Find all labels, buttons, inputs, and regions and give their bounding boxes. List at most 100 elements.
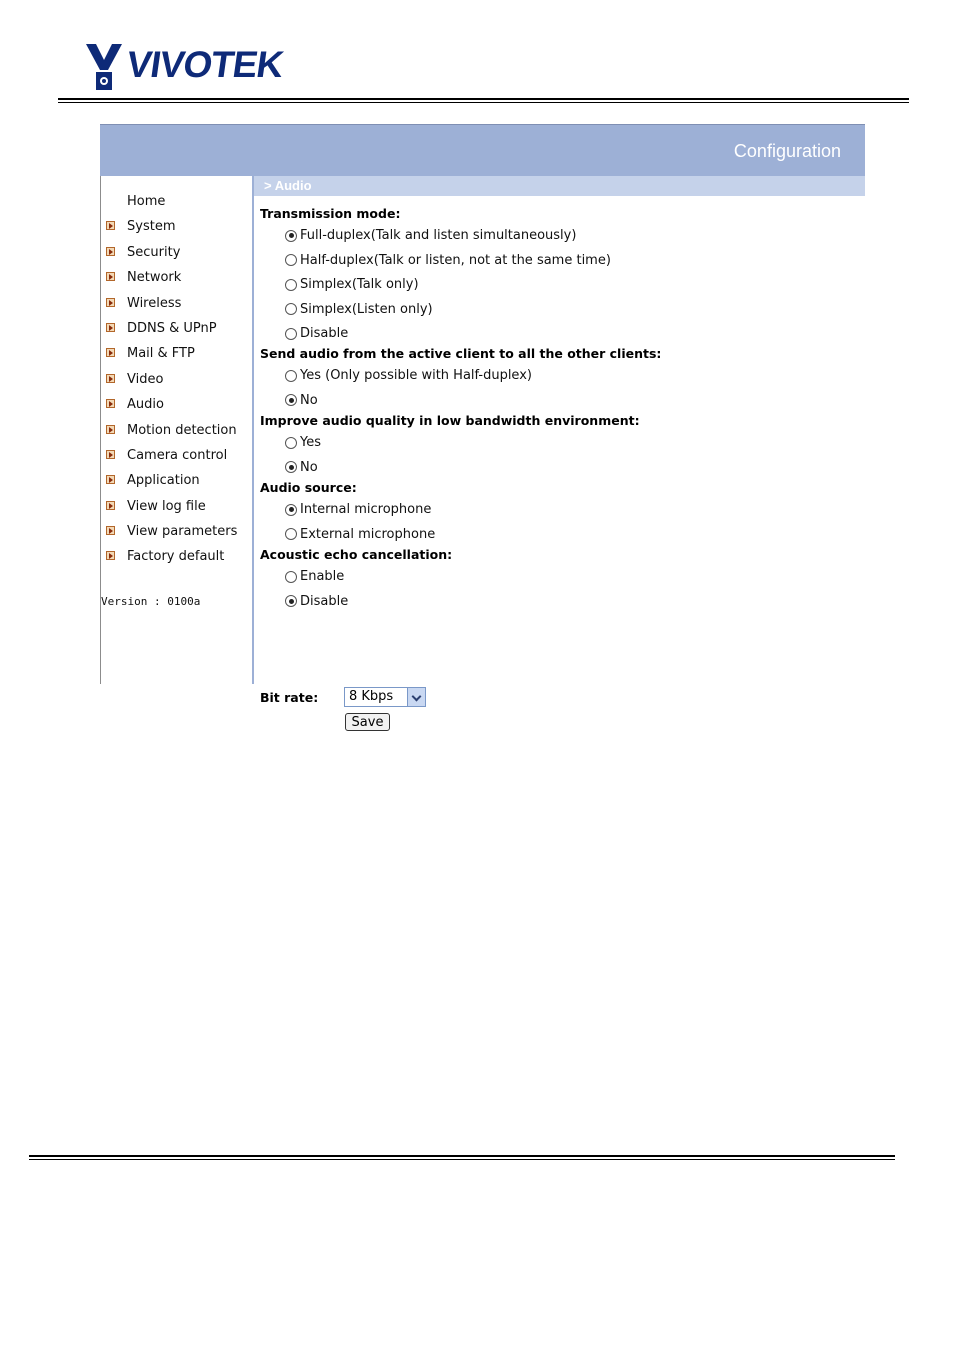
sidebar-item-label: Wireless xyxy=(127,295,182,311)
bottom-divider xyxy=(29,1155,895,1160)
option-label: Internal microphone xyxy=(300,502,432,517)
transmission-mode-title: Transmission mode: xyxy=(260,206,401,221)
radio-button[interactable] xyxy=(285,528,297,540)
arrow-icon xyxy=(106,551,115,561)
arrow-icon xyxy=(106,424,115,434)
sidebar-item-label: Factory default xyxy=(127,549,225,565)
arrow-icon xyxy=(106,246,115,256)
transmission-mode-option[interactable]: Simplex(Listen only) xyxy=(285,302,433,317)
radio-button[interactable] xyxy=(285,503,297,516)
option-label: Simplex(Listen only) xyxy=(300,301,433,317)
sidebar-item-motion-detection[interactable]: Motion detection xyxy=(101,419,253,444)
radio-button[interactable] xyxy=(285,436,297,449)
arrow-icon xyxy=(106,322,115,332)
radio-button[interactable] xyxy=(285,394,297,406)
sidebar-item-ddns-upnp[interactable]: DDNS & UPnP xyxy=(101,317,253,342)
bitrate-label: Bit rate: xyxy=(260,690,319,705)
sidebar-item-view-parameters[interactable]: View parameters xyxy=(101,520,253,545)
send-audio-option[interactable]: Yes (Only possible with Half-duplex) xyxy=(285,368,532,383)
echo-cancellation-option[interactable]: Disable xyxy=(285,594,348,609)
improve-quality-option[interactable]: Yes xyxy=(285,435,321,450)
header-band: Configuration xyxy=(100,124,865,176)
sidebar-item-label: Video xyxy=(127,371,164,387)
sidebar-item-network[interactable]: Network xyxy=(101,266,253,291)
option-label: Yes xyxy=(300,435,321,450)
sidebar-item-system[interactable]: System xyxy=(101,215,253,240)
improve-quality-option[interactable]: No xyxy=(285,460,318,475)
sidebar-item-label: Motion detection xyxy=(127,422,237,438)
sidebar-item-security[interactable]: Security xyxy=(101,241,253,266)
bitrate-select[interactable]: 8 Kbps xyxy=(344,687,426,707)
radio-button[interactable] xyxy=(285,327,297,340)
sidebar-item-label: Mail & FTP xyxy=(127,346,195,362)
option-label: No xyxy=(300,459,318,475)
arrow-icon xyxy=(106,475,115,485)
option-label: Simplex(Talk only) xyxy=(300,277,419,292)
radio-button[interactable] xyxy=(285,278,297,291)
sidebar-item-audio[interactable]: Audio xyxy=(101,393,253,418)
radio-button[interactable] xyxy=(285,461,297,473)
arrow-icon xyxy=(106,373,115,383)
radio-button[interactable] xyxy=(285,595,297,607)
arrow-icon xyxy=(106,526,115,536)
page-title: Configuration xyxy=(733,141,841,161)
radio-button[interactable] xyxy=(285,570,297,583)
sidebar-item-label: View log file xyxy=(127,498,206,514)
radio-button[interactable] xyxy=(285,229,297,242)
audio-source-option[interactable]: Internal microphone xyxy=(285,502,431,517)
chevron-down-icon[interactable] xyxy=(407,688,425,706)
arrow-icon xyxy=(106,221,115,231)
vivotek-logo: VIVOTEK xyxy=(84,40,294,92)
sidebar-item-label: System xyxy=(127,219,176,235)
option-label: Enable xyxy=(300,569,345,584)
sidebar-item-label: Home xyxy=(127,194,166,209)
sidebar: Home System Security Network Wireless DDNS & … xyxy=(100,176,254,684)
improve-quality-title: Improve audio quality in low bandwidth e… xyxy=(260,413,640,428)
sidebar-nav: Home System Security Network Wireless DDNS & … xyxy=(101,190,253,571)
sidebar-item-home[interactable]: Home xyxy=(101,190,253,215)
option-label: Full-duplex(Talk and listen simultaneous… xyxy=(300,228,577,243)
sidebar-item-application[interactable]: Application xyxy=(101,469,253,494)
config-frame: Configuration Home System Security Network W… xyxy=(100,124,865,731)
sidebar-item-video[interactable]: Video xyxy=(101,368,253,393)
sidebar-item-label: Audio xyxy=(127,397,164,413)
option-label: No xyxy=(300,392,318,408)
arrow-icon xyxy=(106,348,115,358)
radio-button[interactable] xyxy=(285,369,297,382)
transmission-mode-option[interactable]: Full-duplex(Talk and listen simultaneous… xyxy=(285,228,576,243)
echo-cancellation-title: Acoustic echo cancellation: xyxy=(260,547,453,562)
breadcrumb-band: > Audio xyxy=(254,176,865,196)
arrow-icon xyxy=(106,449,115,459)
option-label: Disable xyxy=(300,326,349,341)
sidebar-item-factory-default[interactable]: Factory default xyxy=(101,545,253,570)
arrow-icon xyxy=(106,272,115,282)
transmission-mode-option[interactable]: Simplex(Talk only) xyxy=(285,277,419,292)
echo-cancellation-option[interactable]: Enable xyxy=(285,569,344,584)
send-audio-option[interactable]: No xyxy=(285,393,318,408)
sidebar-item-wireless[interactable]: Wireless xyxy=(101,292,253,317)
save-button[interactable]: Save xyxy=(345,713,390,731)
sidebar-item-view-log-file[interactable]: View log file xyxy=(101,495,253,520)
sidebar-item-mail-ftp[interactable]: Mail & FTP xyxy=(101,342,253,367)
breadcrumb: > Audio xyxy=(264,178,312,193)
send-audio-title: Send audio from the active client to all… xyxy=(260,346,662,361)
option-label: Half-duplex(Talk or listen, not at the s… xyxy=(300,252,611,268)
version-label: Version : 0100a xyxy=(101,595,201,608)
sidebar-item-label: Network xyxy=(127,270,182,286)
sidebar-item-camera-control[interactable]: Camera control xyxy=(101,444,253,469)
sidebar-item-label: Security xyxy=(127,244,181,260)
top-divider xyxy=(58,98,909,103)
sidebar-item-label: Application xyxy=(127,473,200,489)
audio-source-title: Audio source: xyxy=(260,480,357,495)
sidebar-item-label: DDNS & UPnP xyxy=(127,320,217,336)
option-label: Disable xyxy=(300,593,349,609)
transmission-mode-option[interactable]: Disable xyxy=(285,326,348,341)
radio-button[interactable] xyxy=(285,303,297,315)
transmission-mode-option[interactable]: Half-duplex(Talk or listen, not at the s… xyxy=(285,253,611,268)
sidebar-item-label: Camera control xyxy=(127,447,228,463)
logo-text: VIVOTEK xyxy=(124,44,286,85)
arrow-icon xyxy=(106,297,115,307)
audio-source-option[interactable]: External microphone xyxy=(285,527,435,542)
radio-button[interactable] xyxy=(285,254,297,266)
option-label: External microphone xyxy=(300,526,436,542)
